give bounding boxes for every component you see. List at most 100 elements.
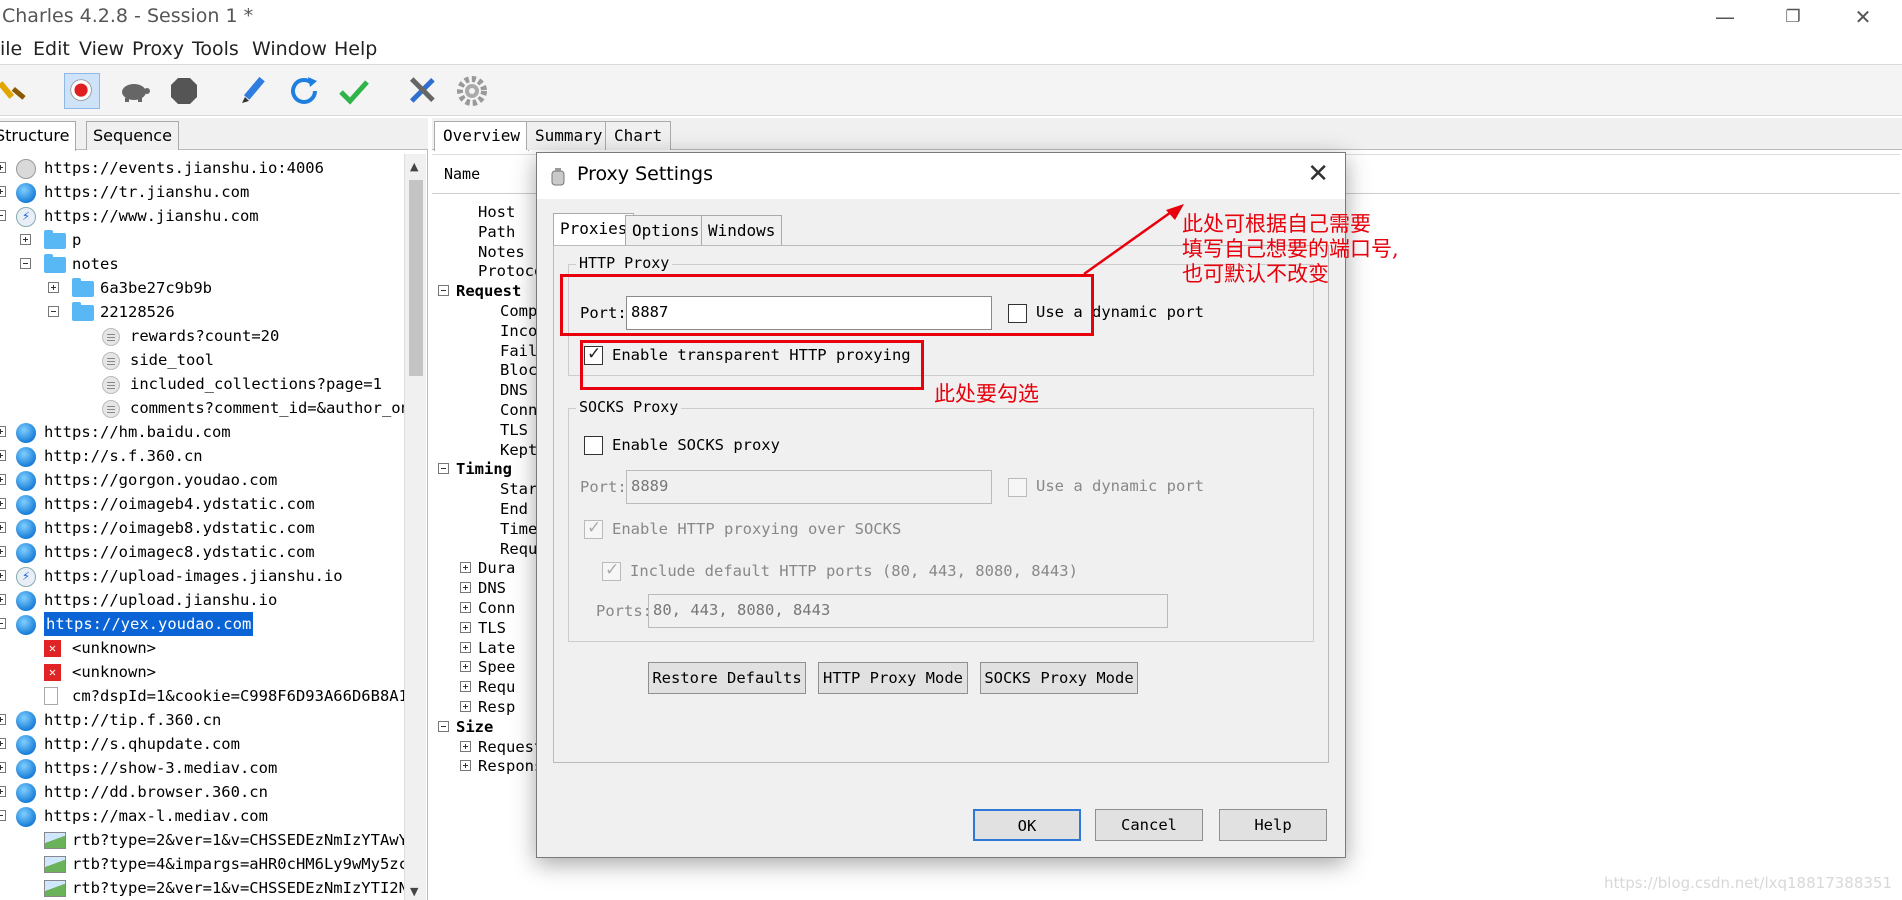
restore-defaults-button[interactable]: Restore Defaults xyxy=(648,662,806,694)
socks-ports-input[interactable]: 80, 443, 8080, 8443 xyxy=(648,594,1168,628)
expand-icon[interactable] xyxy=(0,426,6,437)
dialog-close-icon[interactable]: ✕ xyxy=(1307,159,1329,189)
expand-icon[interactable] xyxy=(460,582,471,594)
expand-icon[interactable] xyxy=(0,594,6,605)
tree-row[interactable]: ⚡ https://upload-images.jianshu.io xyxy=(0,564,404,588)
tree-row[interactable]: https://yex.youdao.com xyxy=(0,612,404,636)
tree-row[interactable]: notes xyxy=(0,252,404,276)
collapse-icon[interactable] xyxy=(20,258,31,269)
tab-proxies[interactable]: Proxies xyxy=(553,213,635,245)
expand-icon[interactable] xyxy=(0,762,6,773)
tab-chart[interactable]: Chart xyxy=(605,121,672,150)
tools-icon[interactable] xyxy=(404,73,440,109)
tree-row[interactable]: https://oimageb8.ydstatic.com xyxy=(0,516,404,540)
tab-sequence[interactable]: Sequence xyxy=(86,121,179,150)
expand-icon[interactable] xyxy=(0,186,6,197)
menu-proxy[interactable]: Proxy xyxy=(132,38,184,60)
tree-row[interactable]: ✕ <unknown> xyxy=(0,660,404,684)
expand-icon[interactable] xyxy=(460,661,471,673)
tree-row[interactable]: included_collections?page=1 xyxy=(0,372,404,396)
collapse-icon[interactable] xyxy=(0,618,6,629)
pen-icon[interactable] xyxy=(236,73,272,109)
http-over-socks-checkbox[interactable] xyxy=(584,518,603,539)
collapse-icon[interactable] xyxy=(438,285,449,297)
restore-button[interactable]: ❐ xyxy=(1768,2,1818,32)
tree-row[interactable]: https://gorgon.youdao.com xyxy=(0,468,404,492)
help-button[interactable]: Help xyxy=(1219,809,1327,841)
socks-port-input[interactable]: 8889 xyxy=(626,470,992,504)
tree-row[interactable]: http://dd.browser.360.cn xyxy=(0,780,404,804)
expand-icon[interactable] xyxy=(0,714,6,725)
menu-file[interactable]: ile xyxy=(0,38,22,60)
record-button[interactable] xyxy=(64,73,100,109)
tab-summary[interactable]: Summary xyxy=(526,121,612,150)
tree-row[interactable]: https://oimageb4.ydstatic.com xyxy=(0,492,404,516)
expand-icon[interactable] xyxy=(0,450,6,461)
tree-row[interactable]: ⚡ https://www.jianshu.com xyxy=(0,204,404,228)
expand-icon[interactable] xyxy=(460,760,471,772)
expand-icon[interactable] xyxy=(460,701,471,712)
tree-row[interactable]: https://tr.jianshu.com xyxy=(0,180,404,204)
tree-row[interactable]: rewards?count=20 xyxy=(0,324,404,348)
turtle-icon[interactable] xyxy=(116,73,152,109)
expand-icon[interactable] xyxy=(460,681,471,693)
tree-row[interactable]: ✕ <unknown> xyxy=(0,636,404,660)
expand-icon[interactable] xyxy=(20,234,31,245)
expand-icon[interactable] xyxy=(460,621,471,633)
expand-icon[interactable] xyxy=(460,602,471,613)
http-proxy-mode-button[interactable]: HTTP Proxy Mode xyxy=(818,662,968,694)
socks-dynamic-port-checkbox[interactable] xyxy=(1008,478,1027,497)
tree-row[interactable]: 22128526 xyxy=(0,300,404,324)
tree-row[interactable]: http://s.f.360.cn xyxy=(0,444,404,468)
scroll-thumb[interactable] xyxy=(409,180,423,376)
tab-options[interactable]: Options xyxy=(625,215,707,245)
collapse-icon[interactable] xyxy=(0,210,6,221)
menu-help[interactable]: Help xyxy=(334,38,377,60)
tree-row[interactable]: https://show-3.mediav.com xyxy=(0,756,404,780)
tree-row[interactable]: https://max-l.mediav.com xyxy=(0,804,404,828)
include-default-ports-checkbox[interactable] xyxy=(602,560,621,581)
expand-icon[interactable] xyxy=(0,498,6,509)
check-icon[interactable] xyxy=(336,73,372,109)
cancel-button[interactable]: Cancel xyxy=(1095,809,1203,841)
socks-proxy-mode-button[interactable]: SOCKS Proxy Mode xyxy=(980,662,1138,694)
stop-icon[interactable] xyxy=(166,73,202,109)
tree-row[interactable]: cm?dspId=1&cookie=C998F6D93A66D6B8A1F xyxy=(0,684,404,708)
tree-row[interactable]: https://oimagec8.ydstatic.com xyxy=(0,540,404,564)
expand-icon[interactable] xyxy=(0,786,6,797)
tree-row[interactable]: side_tool xyxy=(0,348,404,372)
minimize-button[interactable]: — xyxy=(1700,2,1750,32)
ok-button[interactable]: OK xyxy=(973,809,1081,841)
refresh-icon[interactable] xyxy=(286,73,322,109)
collapse-icon[interactable] xyxy=(48,306,59,317)
expand-icon[interactable] xyxy=(0,570,6,581)
tree-row[interactable]: comments?comment_id=&author_on xyxy=(0,396,404,420)
expand-icon[interactable] xyxy=(0,738,6,749)
tab-overview[interactable]: Overview xyxy=(434,121,530,151)
enable-socks-checkbox[interactable] xyxy=(584,436,603,455)
tree-row[interactable]: rtb?type=2&ver=1&v=CHSSEDEzNmIzYTI2Na xyxy=(0,876,404,900)
tree-row[interactable]: https://events.jianshu.io:4006 xyxy=(0,156,404,180)
expand-icon[interactable] xyxy=(460,641,471,653)
broom-icon[interactable] xyxy=(0,73,36,109)
scroll-up-icon[interactable]: ▲ xyxy=(410,160,418,173)
scroll-down-icon[interactable]: ▼ xyxy=(410,885,418,898)
tree-row[interactable]: p xyxy=(0,228,404,252)
tree-row[interactable]: rtb?type=2&ver=1&v=CHSSEDEzNmIzYTAwY xyxy=(0,828,404,852)
expand-icon[interactable] xyxy=(0,546,6,557)
menu-view[interactable]: View xyxy=(79,38,124,60)
expand-icon[interactable] xyxy=(0,162,6,173)
collapse-icon[interactable] xyxy=(0,810,6,821)
expand-icon[interactable] xyxy=(460,562,471,574)
expand-icon[interactable] xyxy=(48,282,59,293)
expand-icon[interactable] xyxy=(460,740,471,752)
tree-row[interactable]: http://s.qhupdate.com xyxy=(0,732,404,756)
tree-row[interactable]: rtb?type=4&impargs=aHR0cHM6Ly9wMy5zc2 xyxy=(0,852,404,876)
menu-window[interactable]: Window xyxy=(252,38,327,60)
tab-structure[interactable]: Structure xyxy=(0,121,77,151)
close-button[interactable]: ✕ xyxy=(1838,2,1888,32)
tree-row[interactable]: 6a3be27c9b9b xyxy=(0,276,404,300)
collapse-icon[interactable] xyxy=(438,463,449,475)
menu-tools[interactable]: Tools xyxy=(192,38,239,60)
tree-row[interactable]: https://upload.jianshu.io xyxy=(0,588,404,612)
